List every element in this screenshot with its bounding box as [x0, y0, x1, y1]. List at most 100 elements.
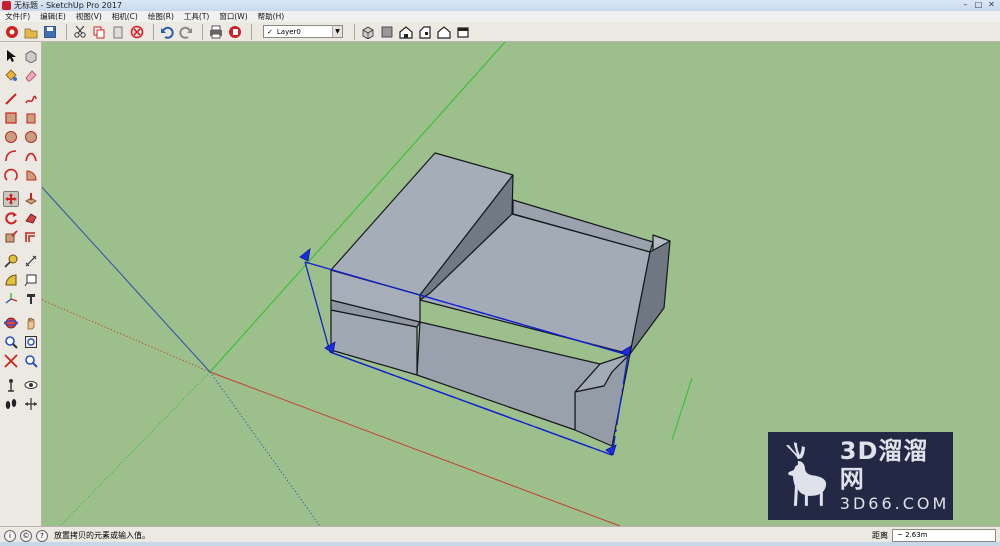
watermark-text-cn: 3D溜溜网 — [839, 437, 929, 493]
menu-file[interactable]: 文件(F) — [0, 11, 35, 22]
menu-draw[interactable]: 绘图(R) — [143, 11, 179, 22]
two-point-arc-icon[interactable] — [23, 148, 39, 164]
zoom-window-icon[interactable] — [23, 334, 39, 350]
rotated-rectangle-icon[interactable] — [23, 110, 39, 126]
iso-view-icon[interactable] — [360, 24, 376, 40]
rotate-icon[interactable] — [3, 210, 19, 226]
palette-row — [0, 129, 41, 147]
erase-icon[interactable] — [129, 24, 145, 40]
orbit-icon[interactable] — [3, 315, 19, 331]
3d-text-icon[interactable] — [23, 291, 39, 307]
help-icon[interactable]: ? — [36, 530, 48, 542]
watermark-text-en: 3D66.COM — [839, 494, 950, 513]
arc-icon[interactable] — [3, 148, 19, 164]
palette-row — [0, 110, 41, 128]
scale-icon[interactable] — [3, 229, 19, 245]
zoom-icon[interactable] — [3, 334, 19, 350]
front-view-icon[interactable] — [398, 24, 414, 40]
left-view-icon[interactable] — [455, 24, 471, 40]
watermark-text: 3D溜溜网 3D66.COM — [840, 437, 953, 515]
axes-icon[interactable] — [3, 291, 19, 307]
top-view-icon[interactable] — [379, 24, 395, 40]
red-axis-dotted — [42, 299, 211, 373]
geo-location-icon[interactable]: i — [4, 530, 16, 542]
follow-me-icon[interactable] — [23, 210, 39, 226]
zoom-extents-icon[interactable] — [3, 353, 19, 369]
push-pull-icon[interactable] — [23, 191, 39, 207]
menu-bar: 文件(F) 编辑(E) 视图(V) 相机(C) 绘图(R) 工具(T) 窗口(W… — [0, 11, 1000, 22]
undo-icon[interactable] — [159, 24, 175, 40]
print-icon[interactable] — [208, 24, 224, 40]
palette-row — [0, 191, 41, 209]
menu-view[interactable]: 视图(V) — [71, 11, 107, 22]
text-icon[interactable] — [23, 272, 39, 288]
look-around-icon[interactable] — [23, 377, 39, 393]
chevron-down-icon[interactable]: ▼ — [332, 26, 342, 37]
open-icon[interactable] — [23, 24, 39, 40]
back-view-icon[interactable] — [436, 24, 452, 40]
polygon-icon[interactable] — [23, 129, 39, 145]
right-view-icon[interactable] — [417, 24, 433, 40]
menu-tools[interactable]: 工具(T) — [179, 11, 214, 22]
position-camera-icon[interactable] — [3, 377, 19, 393]
save-icon[interactable] — [42, 24, 58, 40]
palette-row — [0, 377, 41, 395]
freehand-icon[interactable] — [23, 91, 39, 107]
move-icon[interactable] — [2, 191, 19, 207]
model-info-icon[interactable] — [227, 24, 243, 40]
walk-icon[interactable] — [3, 396, 19, 412]
getting-started-icon[interactable] — [4, 24, 20, 40]
paste-icon[interactable] — [110, 24, 126, 40]
three-point-arc-icon[interactable] — [3, 167, 19, 183]
copy-icon[interactable] — [91, 24, 107, 40]
cut-icon[interactable] — [72, 24, 88, 40]
line-icon[interactable] — [3, 91, 19, 107]
palette-row — [0, 91, 41, 109]
menu-help[interactable]: 帮助(H) — [253, 11, 290, 22]
sketchup-logo-icon — [2, 1, 11, 10]
tape-measure-icon[interactable] — [3, 253, 19, 269]
circle-icon[interactable] — [3, 129, 19, 145]
maximize-icon[interactable]: □ — [972, 0, 985, 10]
deer-logo-icon — [785, 442, 827, 506]
menu-edit[interactable]: 编辑(E) — [35, 11, 71, 22]
credits-icon[interactable]: © — [20, 530, 32, 542]
palette-row — [0, 353, 41, 371]
blue-axis-dotted — [209, 371, 321, 526]
blue-axis-line — [42, 186, 211, 373]
redo-icon[interactable] — [178, 24, 194, 40]
window-title: 无标题 - SketchUp Pro 2017 — [14, 1, 122, 10]
close-icon[interactable]: ✕ — [985, 0, 998, 10]
paint-bucket-icon[interactable] — [3, 67, 19, 83]
offset-icon[interactable] — [23, 229, 39, 245]
toolbar-separator — [66, 23, 67, 40]
measurements-input[interactable]: ~ 2.63m — [892, 529, 996, 542]
toolbar-separator — [202, 23, 203, 40]
pan-icon[interactable] — [23, 315, 39, 331]
sketchup-window: 无标题 - SketchUp Pro 2017 – □ ✕ 文件(F) 编辑(E… — [0, 0, 1000, 546]
palette-row — [0, 272, 41, 290]
title-bar: 无标题 - SketchUp Pro 2017 – □ ✕ — [0, 0, 1000, 11]
status-message: 放置拷贝的元素或输入值。 — [54, 531, 150, 540]
tool-palette — [0, 42, 42, 526]
make-component-icon[interactable] — [23, 48, 39, 64]
rectangle-icon[interactable] — [3, 110, 19, 126]
section-plane-icon[interactable] — [23, 396, 39, 412]
layer-checkmark: ✓ — [267, 27, 273, 36]
palette-row — [0, 334, 41, 352]
dimension-icon[interactable] — [23, 253, 39, 269]
menu-window[interactable]: 窗口(W) — [214, 11, 252, 22]
protractor-icon[interactable] — [3, 272, 19, 288]
eraser-icon[interactable] — [23, 67, 39, 83]
previous-view-icon[interactable] — [23, 353, 39, 369]
pie-icon[interactable] — [23, 167, 39, 183]
layer-dropdown[interactable]: ✓ Layer0 ▼ — [263, 25, 343, 38]
palette-row — [0, 396, 41, 414]
layer-value: Layer0 — [276, 27, 301, 36]
palette-row — [0, 229, 41, 247]
select-icon[interactable] — [3, 48, 19, 64]
minimize-icon[interactable]: – — [959, 0, 972, 10]
menu-camera[interactable]: 相机(C) — [107, 11, 143, 22]
sofa-model — [330, 152, 671, 447]
green-axis-dotted — [59, 371, 211, 526]
